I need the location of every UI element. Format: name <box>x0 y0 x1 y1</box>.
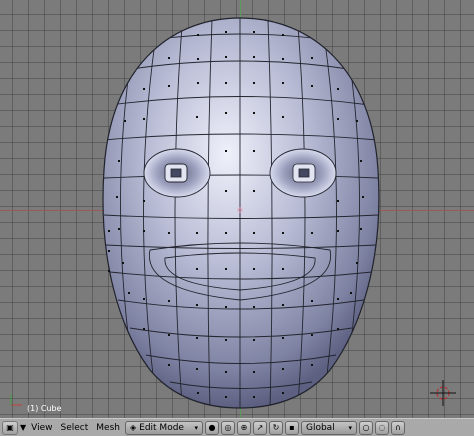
object-label: (1) Cube <box>27 404 62 413</box>
head-surface <box>102 17 380 409</box>
chevron-down-icon: ▾ <box>348 423 352 432</box>
manipulator-toggle-icon[interactable]: ⊕ <box>236 420 251 435</box>
shading-circle-icon[interactable]: ● <box>204 420 219 435</box>
mode-select-label: Edit Mode <box>139 422 184 433</box>
rotate-manipulator-icon[interactable]: ↻ <box>268 420 283 435</box>
head-mesh[interactable] <box>0 0 474 418</box>
translate-manipulator-icon[interactable]: ↗ <box>252 420 267 435</box>
3d-cursor-icon[interactable] <box>430 380 456 406</box>
snap-magnet-icon[interactable]: ∩ <box>390 420 405 435</box>
editor-type-cube-icon[interactable]: ▣ <box>2 420 18 435</box>
orientation-select[interactable]: Global ▾ <box>300 420 357 435</box>
pivot-icon[interactable]: ◎ <box>220 420 235 435</box>
menu-select[interactable]: Select <box>58 421 92 435</box>
proportional-edit-icon[interactable]: ◌ <box>374 420 389 435</box>
3d-viewport[interactable]: (1) Cube <box>0 0 474 418</box>
right-eye-socket <box>269 148 337 198</box>
orientation-select-label: Global <box>305 422 335 433</box>
collapse-triangle-down-icon[interactable]: ▼ <box>20 421 26 435</box>
menu-view[interactable]: View <box>28 421 55 435</box>
mode-select[interactable]: ◈ Edit Mode ▾ <box>124 420 203 435</box>
edit-mode-icon: ◈ <box>129 423 137 432</box>
menu-mesh[interactable]: Mesh <box>93 421 123 435</box>
layer-toggle-icon[interactable]: ○ <box>358 420 373 435</box>
scale-manipulator-icon[interactable]: ▪ <box>284 420 299 435</box>
chevron-down-icon: ▾ <box>194 423 198 432</box>
left-eye-socket <box>143 148 211 198</box>
viewport-header: ▣ ▼ View Select Mesh ◈ Edit Mode ▾ ● ◎ ⊕… <box>0 418 474 436</box>
view-axes-icon <box>10 394 22 406</box>
